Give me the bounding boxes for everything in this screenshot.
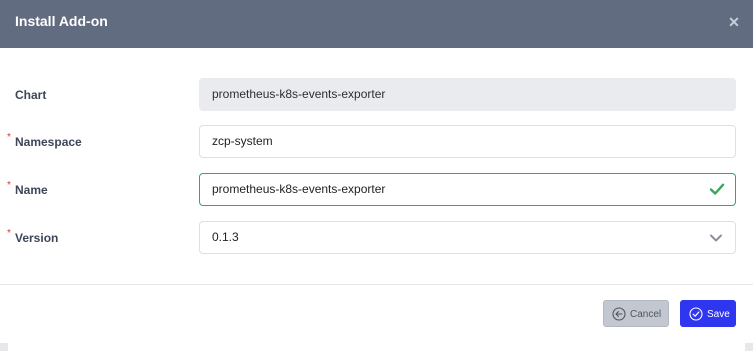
check-circle-icon [689,307,703,321]
check-icon [709,183,725,195]
name-field[interactable]: prometheus-k8s-events-exporter [199,173,736,206]
namespace-row: * Namespace zcp-system [0,125,753,159]
name-field-value: prometheus-k8s-events-exporter [212,182,386,196]
required-marker: * [7,228,11,239]
name-row: * Name prometheus-k8s-events-exporter [0,173,753,207]
cancel-button-label: Cancel [630,309,662,320]
dialog-header: Install Add-on ✕ [0,0,753,48]
save-button[interactable]: Save [680,300,736,327]
version-select[interactable]: 0.1.3 [199,221,736,254]
chart-label: Chart [15,88,47,102]
required-marker: * [7,180,11,191]
version-row: * Version 0.1.3 [0,221,753,255]
chart-field: prometheus-k8s-events-exporter [199,78,736,111]
name-label: Name [15,183,48,197]
cancel-button[interactable]: Cancel [603,300,669,327]
dialog-corner-left [0,343,8,351]
namespace-label: Namespace [15,135,82,149]
version-label: Version [15,231,59,245]
arrow-left-circle-icon [612,307,626,321]
save-button-label: Save [707,309,730,320]
version-select-value: 0.1.3 [212,230,239,244]
footer-divider [0,284,753,285]
namespace-field[interactable]: zcp-system [199,125,736,158]
close-icon[interactable]: ✕ [727,13,741,31]
install-addon-dialog: Install Add-on ✕ Chart prometheus-k8s-ev… [0,0,753,351]
chevron-down-icon [710,234,722,242]
chart-row: Chart prometheus-k8s-events-exporter [0,78,753,112]
required-marker: * [7,132,11,143]
dialog-corner-right [745,343,753,351]
dialog-title: Install Add-on [15,13,108,29]
